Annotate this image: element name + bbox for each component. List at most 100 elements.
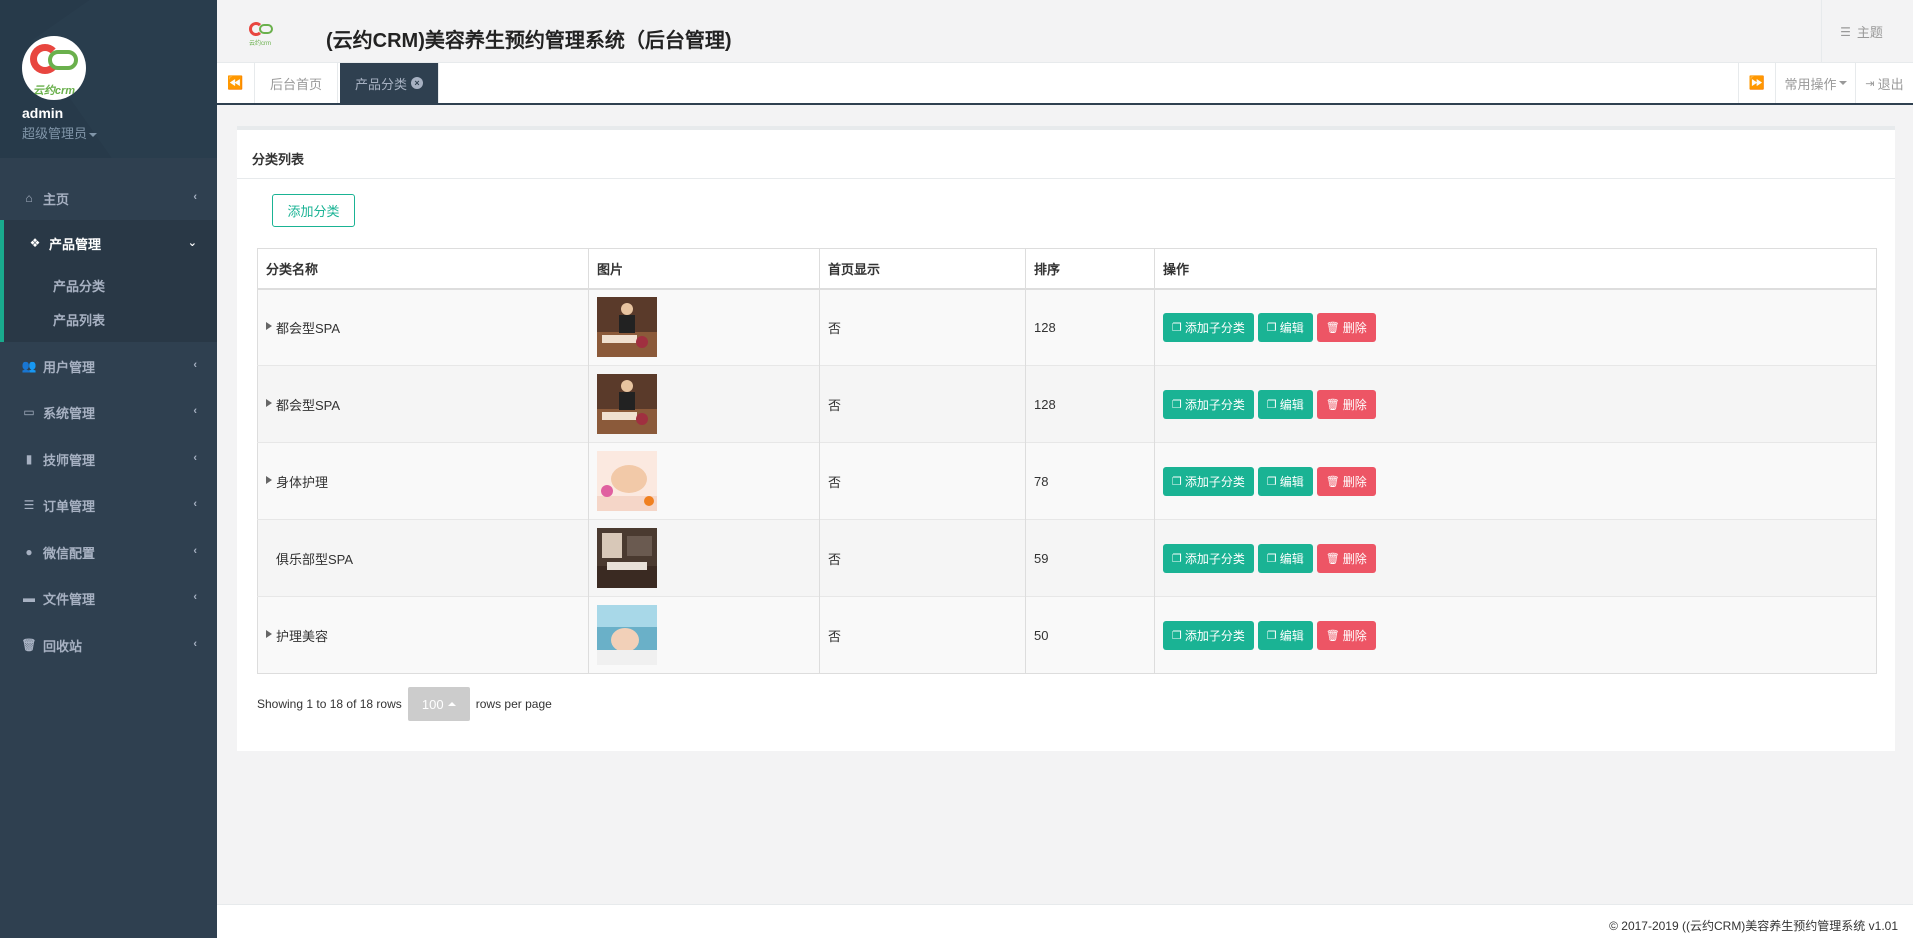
sidebar: 云约crm admin 超级管理员 ⌂ 主页 ‹ ❖ 产品管理 ⌄ 产品分类 产… (0, 0, 217, 938)
cell-actions: ❐ 添加子分类 ❐ 编辑 🗑 删除 (1154, 519, 1877, 597)
header-logo-text: 云约crm (249, 41, 271, 47)
column-header-name[interactable]: 分类名称 (257, 248, 589, 290)
add-category-button[interactable]: 添加分类 (272, 194, 355, 227)
cell-category-name: 俱乐部型SPA (257, 519, 589, 597)
trash-icon: 🗑 (1325, 321, 1340, 334)
category-name: 都会型SPA (276, 397, 341, 413)
cell-image (588, 442, 820, 520)
table-row: 身体护理否 78 ❐ 添加子分类 ❐ 编辑 🗑 删除 (257, 442, 1877, 520)
add-child-category-button[interactable]: ❐ 添加子分类 (1163, 466, 1254, 496)
chevron-left-icon: ‹ (193, 638, 197, 650)
cell-category-name: 身体护理 (257, 442, 589, 520)
expand-toggle-icon[interactable] (266, 398, 272, 407)
copy-icon: ❐ (1266, 475, 1277, 488)
column-header-actions: 操作 (1154, 248, 1877, 290)
category-thumbnail (597, 374, 819, 434)
footer-copyright: © 2017-2019 ((云约CRM)美容养生预约管理系统 v1.01 (1609, 919, 1898, 933)
cell-show-home: 否 (819, 442, 1026, 520)
cell-actions: ❐ 添加子分类 ❐ 编辑 🗑 删除 (1154, 365, 1877, 443)
add-child-category-button[interactable]: ❐ 添加子分类 (1163, 312, 1254, 342)
sidebar-item-orders[interactable]: ☰ 订单管理 ‹ (0, 482, 217, 528)
chevron-left-icon: ‹ (193, 452, 197, 464)
trash-icon: 🗑 (1325, 398, 1340, 411)
copy-icon: ❐ (1172, 398, 1182, 411)
chevron-left-icon: ‹ (193, 405, 197, 417)
tabs-scroll-right-button[interactable]: ⏩ (1738, 63, 1776, 103)
app-logo: 云约crm (22, 36, 86, 100)
expand-toggle-icon[interactable] (266, 629, 272, 638)
sidebar-item-technicians[interactable]: ▮ 技师管理 ‹ (0, 436, 217, 482)
sidebar-item-system[interactable]: ▭ 系统管理 ‹ (0, 389, 217, 435)
close-tab-icon[interactable]: × (411, 77, 424, 89)
theme-button[interactable]: ☰ 主题 (1821, 0, 1901, 63)
chevron-left-icon: ‹ (193, 591, 197, 603)
delete-button[interactable]: 🗑 删除 (1316, 312, 1376, 342)
edit-button[interactable]: ❐ 编辑 (1257, 466, 1313, 496)
user-role-dropdown[interactable]: 超级管理员 (22, 123, 98, 142)
edit-button[interactable]: ❐ 编辑 (1257, 543, 1313, 573)
add-child-category-button[interactable]: ❐ 添加子分类 (1163, 620, 1254, 650)
cell-actions: ❐ 添加子分类 ❐ 编辑 🗑 删除 (1154, 442, 1877, 520)
category-name: 身体护理 (276, 474, 329, 490)
column-header-show-home[interactable]: 首页显示 (819, 248, 1026, 290)
sidebar-subitem-product-list[interactable]: 产品列表 (53, 310, 105, 329)
column-header-sort[interactable]: 排序 (1025, 248, 1155, 290)
tab-dashboard[interactable]: 后台首页 (255, 63, 339, 103)
category-panel: 分类列表 添加分类 分类名称 图片 首页显示 排序 操作 都会型SPA 否 128 ❐… (237, 126, 1895, 751)
user-name: admin (22, 105, 64, 121)
cell-sort: 78 (1025, 442, 1155, 520)
caret-down-icon (89, 132, 98, 137)
home-icon: ⌂ (25, 191, 33, 205)
sidebar-item-home[interactable]: ⌂ 主页 ‹ (0, 175, 217, 221)
sidebar-item-users[interactable]: 👥 用户管理 ‹ (0, 343, 217, 389)
edit-button[interactable]: ❐ 编辑 (1257, 389, 1313, 419)
sidebar-item-files[interactable]: ▬ 文件管理 ‹ (0, 575, 217, 621)
delete-button[interactable]: 🗑 删除 (1316, 543, 1376, 573)
cell-show-home: 否 (819, 365, 1026, 443)
add-child-category-button[interactable]: ❐ 添加子分类 (1163, 543, 1254, 573)
folder-icon: ▬ (23, 591, 35, 605)
tab-product-category[interactable]: 产品分类 × (340, 63, 440, 103)
sidebar-item-label: 回收站 (43, 638, 83, 654)
cell-sort: 128 (1025, 288, 1155, 366)
theme-icon: ☰ (1840, 24, 1851, 39)
expand-toggle-icon[interactable] (266, 321, 272, 330)
add-child-category-button[interactable]: ❐ 添加子分类 (1163, 389, 1254, 419)
sidebar-item-recycle[interactable]: 🗑 回收站 ‹ (0, 622, 217, 668)
desktop-icon: ▭ (23, 405, 35, 419)
cell-category-name: 都会型SPA (257, 288, 589, 366)
logout-button[interactable]: ⇥ 退出 (1856, 63, 1913, 103)
copy-icon: ❐ (1172, 321, 1182, 334)
sidebar-item-label: 用户管理 (43, 359, 96, 375)
cell-image (588, 519, 820, 597)
sidebar-item-wechat[interactable]: ● 微信配置 ‹ (0, 529, 217, 575)
sidebar-item-label: 技师管理 (43, 452, 96, 468)
sidebar-subitem-product-category[interactable]: 产品分类 (53, 276, 105, 295)
pagination: Showing 1 to 18 of 18 rows 100 rows per … (257, 687, 552, 721)
common-ops-dropdown[interactable]: 常用操作 (1776, 63, 1856, 103)
column-header-image[interactable]: 图片 (588, 248, 820, 290)
cell-show-home: 否 (819, 288, 1026, 366)
sidebar-item-label: 主页 (43, 191, 70, 207)
caret-down-icon (1838, 81, 1847, 85)
cell-actions: ❐ 添加子分类 ❐ 编辑 🗑 删除 (1154, 596, 1877, 674)
cell-image (588, 596, 820, 674)
expand-toggle-icon[interactable] (266, 475, 272, 484)
edit-button[interactable]: ❐ 编辑 (1257, 620, 1313, 650)
logout-label: 退出 (1877, 76, 1904, 92)
category-table: 分类名称 图片 首页显示 排序 操作 都会型SPA 否 128 ❐ 添加子分类 ❐ 编辑 🗑 删… (257, 248, 1877, 674)
cell-actions: ❐ 添加子分类 ❐ 编辑 🗑 删除 (1154, 288, 1877, 366)
user-role-label: 超级管理员 (22, 126, 88, 141)
sidebar-item-label: 产品管理 (49, 236, 102, 252)
cell-category-name: 护理美容 (257, 596, 589, 674)
trash-icon: 🗑 (1325, 629, 1340, 642)
delete-button[interactable]: 🗑 删除 (1316, 620, 1376, 650)
delete-button[interactable]: 🗑 删除 (1316, 389, 1376, 419)
logo-text: 云约crm (32, 85, 76, 97)
delete-button[interactable]: 🗑 删除 (1316, 466, 1376, 496)
sidebar-item-products[interactable]: ❖ 产品管理 ⌄ (0, 220, 217, 266)
tab-label: 产品分类 (355, 76, 408, 92)
page-size-dropdown[interactable]: 100 (407, 687, 470, 721)
tabs-scroll-left-button[interactable]: ⏪ (217, 63, 255, 103)
edit-button[interactable]: ❐ 编辑 (1257, 312, 1313, 342)
